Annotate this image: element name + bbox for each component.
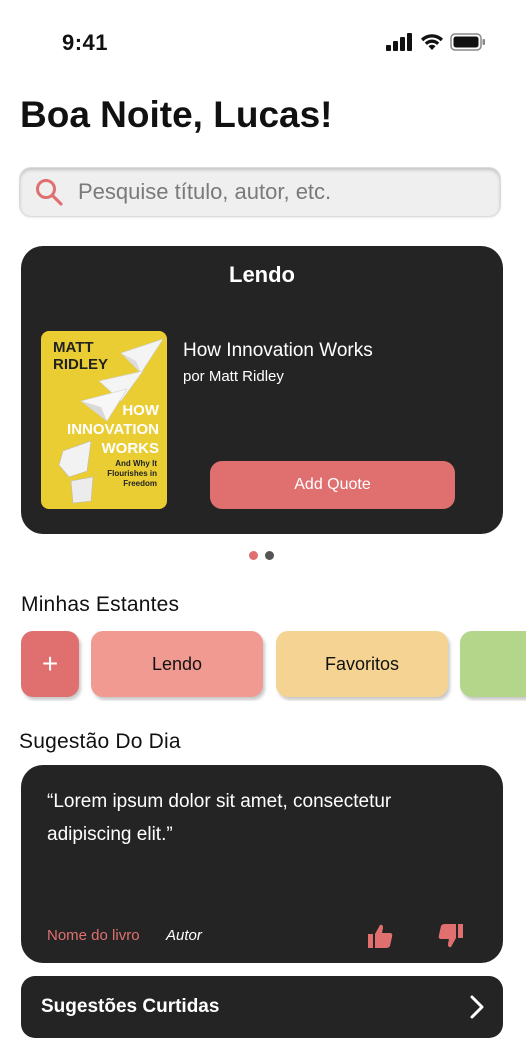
shelves-title: Minhas Estantes (21, 593, 180, 616)
battery-icon (450, 33, 485, 51)
carousel-pager[interactable] (249, 551, 274, 560)
search-input[interactable] (78, 179, 478, 205)
book-author: por Matt Ridley (183, 368, 284, 385)
reading-card[interactable]: Lendo MATT RIDLEY HOW INNOVATION WORKS A… (21, 246, 503, 534)
cover-title: HOW INNOVATION WORKS (67, 402, 159, 457)
liked-suggestions-label: Sugestões Curtidas (41, 996, 220, 1017)
thumbs-down-icon[interactable] (437, 922, 465, 950)
reading-card-title: Lendo (229, 262, 295, 287)
add-shelf-button[interactable]: + (21, 631, 79, 697)
search-icon (36, 179, 63, 206)
pager-dot-active[interactable] (249, 551, 258, 560)
status-time: 9:41 (62, 30, 109, 55)
chevron-right-icon (470, 995, 484, 1019)
quote-text: “Lorem ipsum dolor sit amet, consectetur… (47, 791, 392, 845)
liked-suggestions-button[interactable]: Sugestões Curtidas (21, 976, 503, 1038)
shelves-row[interactable]: + Lendo Favoritos (21, 631, 526, 701)
quote-book-name[interactable]: Nome do livro (47, 927, 140, 944)
suggestion-title: Sugestão Do Dia (19, 730, 181, 753)
greeting-title: Boa Noite, Lucas! (20, 94, 333, 135)
cover-subtitle: And Why It Flourishes in Freedom (107, 459, 157, 488)
quote-card[interactable]: “Lorem ipsum dolor sit amet, consectetur… (21, 765, 503, 963)
book-cover[interactable]: MATT RIDLEY HOW INNOVATION WORKS And Why… (41, 331, 167, 509)
book-title: How Innovation Works (183, 340, 373, 361)
thumbs-up-icon[interactable] (366, 922, 394, 950)
search-bar[interactable] (19, 167, 501, 217)
shelf-partial[interactable] (460, 631, 526, 697)
shelf-lendo[interactable]: Lendo (91, 631, 263, 697)
shelf-favoritos[interactable]: Favoritos (276, 631, 448, 697)
status-bar: 9:41 (0, 0, 526, 80)
add-quote-button[interactable]: Add Quote (210, 461, 455, 509)
quote-author[interactable]: Autor (166, 927, 202, 944)
pager-dot[interactable] (265, 551, 274, 560)
wifi-icon (421, 34, 443, 50)
status-icons (386, 33, 486, 51)
cellular-signal-icon (386, 33, 412, 51)
